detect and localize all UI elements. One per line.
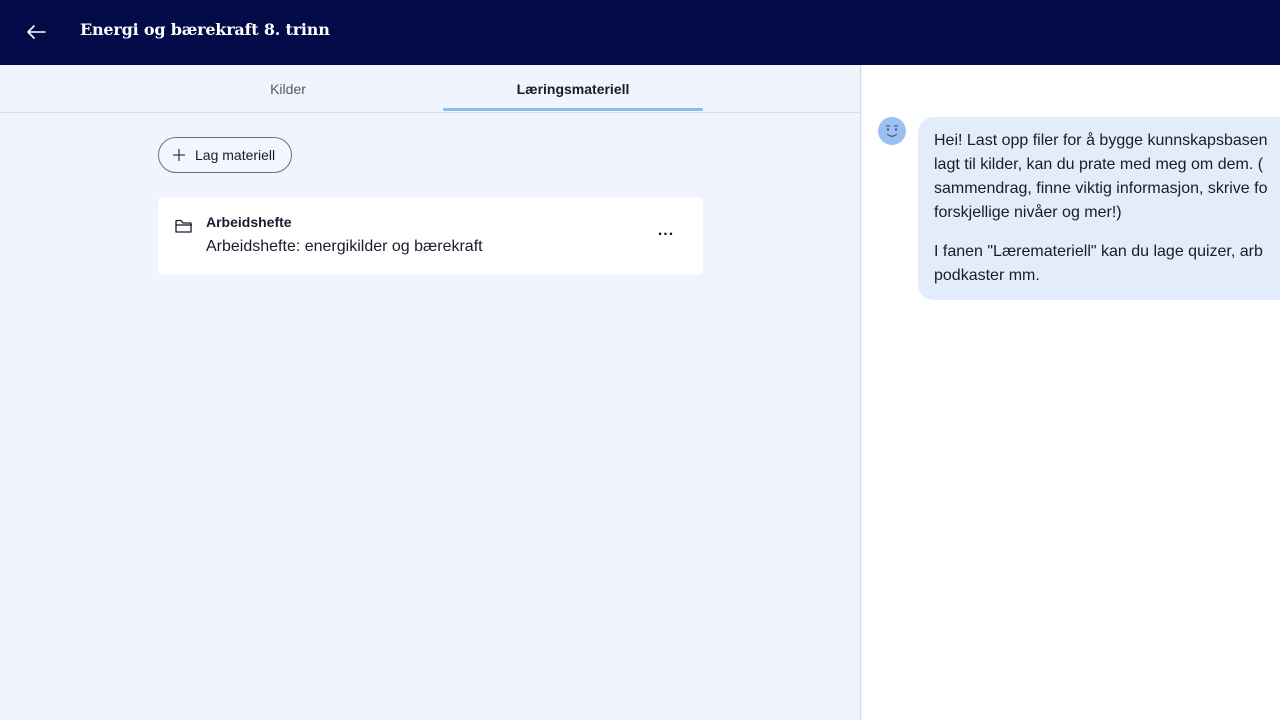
chat-panel: Hei! Last opp filer for å bygge kunnskap… xyxy=(862,65,1280,720)
material-card[interactable]: Arbeidshefte Arbeidshefte: energikilder … xyxy=(158,197,703,275)
material-title: Arbeidshefte: energikilder og bærekraft xyxy=(206,238,483,255)
active-tab-indicator xyxy=(443,108,703,111)
arrow-left-icon xyxy=(27,25,46,39)
tab-bar: Kilder Læringsmateriell xyxy=(0,65,861,113)
chat-message-line: podkaster mm. xyxy=(934,267,1040,284)
chat-message-line: lagt til kilder, kan du prate med meg om… xyxy=(934,156,1264,173)
materials-panel: Kilder Læringsmateriell Lag materiell Ar… xyxy=(0,65,861,720)
tab-laeringsmateriell[interactable]: Læringsmateriell xyxy=(443,65,703,113)
folder-icon xyxy=(174,217,194,235)
more-options-button[interactable]: ... xyxy=(652,219,680,243)
chat-message-line: Hei! Last opp filer for å bygge kunnskap… xyxy=(934,132,1268,149)
material-type: Arbeidshefte xyxy=(206,214,292,230)
top-bar: Energi og bærekraft 8. trinn xyxy=(0,0,1280,65)
bot-face-icon xyxy=(878,117,906,145)
create-material-button[interactable]: Lag materiell xyxy=(158,137,292,173)
chat-message-line: forskjellige nivåer og mer!) xyxy=(934,204,1122,221)
chat-message: Hei! Last opp filer for å bygge kunnskap… xyxy=(918,117,1280,300)
chat-message-line: I fanen "Læremateriell" kan du lage quiz… xyxy=(934,243,1263,260)
plus-icon xyxy=(172,148,186,162)
back-button[interactable] xyxy=(22,19,50,45)
chat-message-line: sammendrag, finne viktig informasjon, sk… xyxy=(934,180,1268,197)
create-material-label: Lag materiell xyxy=(195,147,276,163)
page-title: Energi og bærekraft 8. trinn xyxy=(80,20,330,39)
tab-kilder[interactable]: Kilder xyxy=(158,65,418,113)
